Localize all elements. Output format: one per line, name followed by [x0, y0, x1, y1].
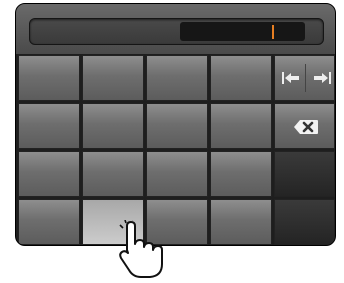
key-r2-c1[interactable] — [18, 103, 80, 149]
key-r2-c2[interactable] — [82, 103, 144, 149]
entry-text-area — [180, 22, 305, 41]
key-r3-c1[interactable] — [18, 151, 80, 197]
key-r1-c1[interactable] — [18, 55, 80, 101]
text-cursor — [272, 25, 274, 39]
key-r1-c3[interactable] — [146, 55, 208, 101]
key-r2-c3[interactable] — [146, 103, 208, 149]
key-r4-c1[interactable] — [18, 199, 80, 245]
key-r3-c2[interactable] — [82, 151, 144, 197]
key-r3-c4[interactable] — [210, 151, 272, 197]
backspace-icon — [294, 120, 318, 134]
keypad-panel — [15, 3, 336, 246]
key-r1-c4[interactable] — [210, 55, 272, 101]
pointing-hand-icon — [119, 220, 163, 278]
key-r4-c5[interactable] — [274, 199, 335, 245]
move-cursor-left-icon — [281, 72, 299, 84]
move-cursor-left-button[interactable] — [275, 56, 306, 100]
move-cursor-right-button[interactable] — [306, 56, 335, 100]
key-r3-c5[interactable] — [274, 151, 335, 197]
key-r3-c3[interactable] — [146, 151, 208, 197]
cursor-nav-key — [274, 55, 335, 101]
key-r1-c2[interactable] — [82, 55, 144, 101]
input-area — [16, 4, 335, 54]
key-r2-c4[interactable] — [210, 103, 272, 149]
key-r4-c4[interactable] — [210, 199, 272, 245]
delete-button[interactable] — [274, 103, 335, 149]
text-entry-field[interactable] — [29, 18, 324, 45]
move-cursor-right-icon — [313, 72, 331, 84]
key-grid — [18, 55, 335, 245]
